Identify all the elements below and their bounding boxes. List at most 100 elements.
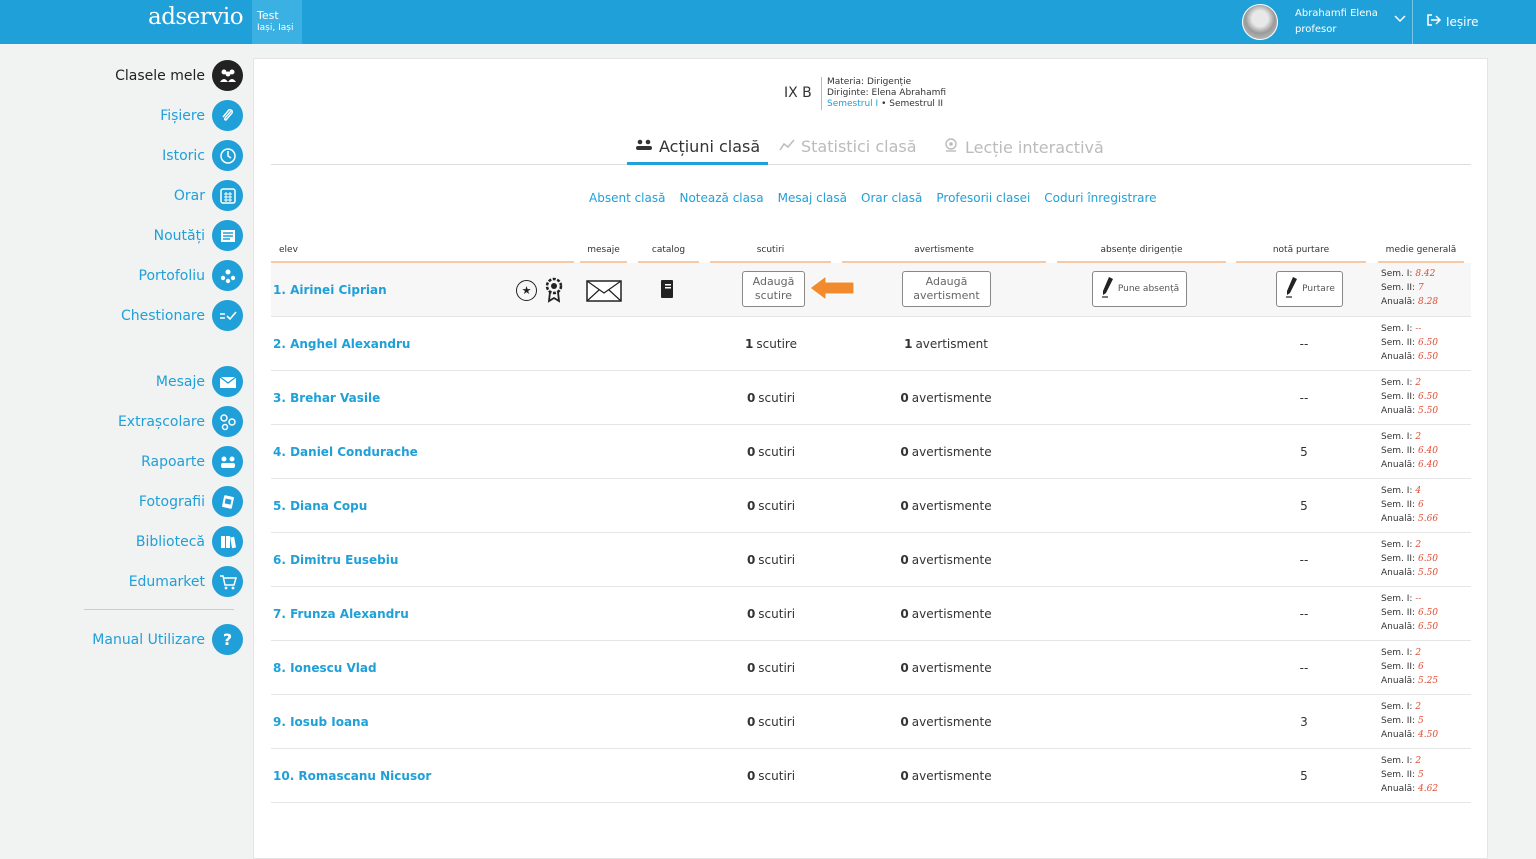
sem1-value: 2 bbox=[1415, 648, 1422, 658]
sem2-label: Sem. II: bbox=[1381, 283, 1416, 293]
activities-icon bbox=[212, 406, 243, 437]
table-row: 2. Anghel Alexandru 1 scutire 1 avertism… bbox=[271, 317, 1471, 371]
exemptions-text: scutiri bbox=[758, 445, 796, 459]
school-selector[interactable]: Test Iași, Iași bbox=[252, 0, 302, 44]
student-name[interactable]: 6. Dimitru Eusebiu bbox=[273, 533, 398, 587]
sidebar-item-classes[interactable]: Clasele mele bbox=[115, 60, 243, 91]
sidebar-item-label: Manual Utilizare bbox=[92, 631, 205, 648]
exemptions-count[interactable]: 0 scutiri bbox=[701, 641, 841, 695]
tab-class-statistics[interactable]: Statistici clasă bbox=[779, 137, 917, 156]
exemptions-count[interactable]: 0 scutiri bbox=[701, 425, 841, 479]
sem2-value: 6.50 bbox=[1417, 554, 1439, 564]
sem2-value: 6.50 bbox=[1417, 608, 1439, 618]
exemptions-count[interactable]: 0 scutiri bbox=[701, 533, 841, 587]
arrow-left-icon bbox=[808, 274, 856, 306]
button-label: avertisment bbox=[913, 289, 980, 302]
sem2-label: Sem. II: bbox=[1381, 662, 1416, 672]
semester-1-link[interactable]: Semestrul I bbox=[827, 99, 878, 109]
conduct-grade: -- bbox=[1299, 391, 1309, 405]
exemptions-text: scutiri bbox=[758, 715, 796, 729]
exemptions-count[interactable]: 0 scutiri bbox=[701, 695, 841, 749]
conduct-button[interactable]: Purtare bbox=[1276, 271, 1343, 307]
user-role: profesor bbox=[1295, 24, 1337, 35]
warnings-number: 0 bbox=[900, 499, 909, 513]
student-name[interactable]: 4. Daniel Condurache bbox=[273, 425, 418, 479]
sidebar-item-news[interactable]: Noutăți bbox=[154, 220, 243, 251]
annual-label: Anuală: bbox=[1381, 730, 1416, 740]
exemptions-number: 0 bbox=[746, 607, 756, 621]
warnings-count[interactable]: 0 avertismente bbox=[866, 533, 1026, 587]
warnings-count[interactable]: 0 avertismente bbox=[866, 749, 1026, 803]
exemptions-count[interactable]: 0 scutiri bbox=[701, 749, 841, 803]
sidebar-item-reports[interactable]: Rapoarte bbox=[141, 446, 243, 477]
exemptions-count[interactable]: 0 scutiri bbox=[701, 479, 841, 533]
sidebar-item-messages[interactable]: Mesaje bbox=[156, 366, 243, 397]
student-name[interactable]: 9. Iosub Ioana bbox=[273, 695, 369, 749]
add-exemption-button[interactable]: Adaugă scutire bbox=[742, 271, 805, 307]
avatar[interactable] bbox=[1242, 4, 1278, 40]
warnings-count[interactable]: 0 avertismente bbox=[866, 425, 1026, 479]
star-badge-icon[interactable]: ★ bbox=[516, 280, 537, 301]
add-warning-button[interactable]: Adaugă avertisment bbox=[902, 271, 991, 307]
student-name[interactable]: 10. Romascanu Nicusor bbox=[273, 749, 431, 803]
average-grades: Sem. I: 8.42 Sem. II: 7 Anuală: 8.28 bbox=[1381, 267, 1438, 309]
tab-interactive-lesson[interactable]: Lecție interactivă bbox=[943, 137, 1104, 157]
table-row: 5. Diana Copu 0 scutiri 0 avertismente 5… bbox=[271, 479, 1471, 533]
warnings-text: avertismente bbox=[911, 445, 992, 459]
chevron-down-icon[interactable] bbox=[1394, 12, 1406, 28]
column-header-messages: mesaje bbox=[580, 245, 627, 263]
sidebar-item-history[interactable]: Istoric bbox=[162, 140, 243, 171]
sidebar-item-library[interactable]: Bibliotecă bbox=[136, 526, 243, 557]
student-name[interactable]: 5. Diana Copu bbox=[273, 479, 367, 533]
class-schedule-link[interactable]: Orar clasă bbox=[861, 191, 922, 205]
class-name: IX B bbox=[784, 85, 812, 101]
logout-button[interactable]: Ieșire bbox=[1426, 14, 1479, 29]
student-name[interactable]: 7. Frunza Alexandru bbox=[273, 587, 409, 641]
warnings-count[interactable]: 0 avertismente bbox=[866, 371, 1026, 425]
class-teachers-link[interactable]: Profesorii clasei bbox=[936, 191, 1030, 205]
annual-value: 6.40 bbox=[1418, 460, 1439, 470]
sem2-label: Sem. II: bbox=[1381, 392, 1416, 402]
sidebar-item-schedule[interactable]: Orar bbox=[174, 180, 243, 211]
exemptions-count[interactable]: 1 scutire bbox=[701, 317, 841, 371]
student-name[interactable]: 2. Anghel Alexandru bbox=[273, 317, 410, 371]
sem1-label: Sem. I: bbox=[1381, 432, 1413, 442]
average-grades: Sem. I: 2 Sem. II: 6.50 Anuală: 5.50 bbox=[1381, 538, 1438, 580]
conduct-grade: 5 bbox=[1300, 445, 1308, 459]
warnings-count[interactable]: 1 avertisment bbox=[866, 317, 1026, 371]
exemptions-count[interactable]: 0 scutiri bbox=[701, 587, 841, 641]
sidebar-divider bbox=[84, 609, 234, 610]
sidebar-item-files[interactable]: Fișiere bbox=[160, 100, 243, 131]
message-class-link[interactable]: Mesaj clasă bbox=[778, 191, 847, 205]
warnings-count[interactable]: 0 avertismente bbox=[866, 641, 1026, 695]
sidebar-item-photos[interactable]: Fotografii bbox=[139, 486, 243, 517]
annual-value: 4.50 bbox=[1418, 730, 1439, 740]
envelope-icon[interactable] bbox=[586, 280, 622, 306]
sidebar-item-edumarket[interactable]: Edumarket bbox=[129, 566, 243, 597]
registration-codes-link[interactable]: Coduri înregistrare bbox=[1044, 191, 1156, 205]
absent-class-link[interactable]: Absent clasă bbox=[589, 191, 665, 205]
exemptions-count[interactable]: 0 scutiri bbox=[701, 371, 841, 425]
semester-2-link[interactable]: Semestrul II bbox=[889, 99, 943, 109]
mark-absence-button[interactable]: Pune absență bbox=[1092, 271, 1187, 307]
warnings-count[interactable]: 0 avertismente bbox=[866, 695, 1026, 749]
student-name[interactable]: 8. Ionescu Vlad bbox=[273, 641, 377, 695]
warnings-count[interactable]: 0 avertismente bbox=[866, 587, 1026, 641]
award-icon[interactable] bbox=[544, 277, 564, 307]
sidebar-item-label: Bibliotecă bbox=[135, 533, 205, 550]
student-name[interactable]: 1. Airinei Ciprian bbox=[273, 263, 387, 317]
user-name[interactable]: Abrahamfi Elena bbox=[1295, 8, 1378, 19]
sidebar-item-manual[interactable]: Manual Utilizare ? bbox=[92, 624, 243, 655]
sidebar-item-extracurricular[interactable]: Extrașcolare bbox=[118, 406, 243, 437]
exemptions-number: 0 bbox=[746, 661, 756, 675]
catalog-book-icon[interactable] bbox=[660, 279, 674, 303]
tab-class-actions[interactable]: Acțiuni clasă bbox=[635, 137, 760, 156]
sidebar-item-portfolio[interactable]: Portofoliu bbox=[139, 260, 243, 291]
student-name[interactable]: 3. Brehar Vasile bbox=[273, 371, 380, 425]
grade-class-link[interactable]: Notează clasa bbox=[679, 191, 763, 205]
annual-value: 6.50 bbox=[1418, 622, 1439, 632]
warnings-count[interactable]: 0 avertismente bbox=[866, 479, 1026, 533]
checklist-icon bbox=[212, 300, 243, 331]
sidebar-item-surveys[interactable]: Chestionare bbox=[121, 300, 243, 331]
app-logo[interactable]: adservio bbox=[148, 4, 244, 30]
